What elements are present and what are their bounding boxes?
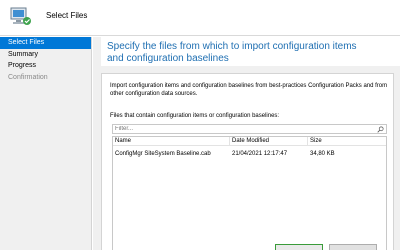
sidebar-item-summary[interactable]: Summary xyxy=(0,49,91,61)
table-row[interactable]: ConfigMgr SiteSystem Baseline.cab 21/04/… xyxy=(113,146,386,157)
sidebar-item-progress[interactable]: Progress xyxy=(0,60,91,72)
page-title: Specify the files from which to import c… xyxy=(107,41,357,64)
page-description: Import configuration items and configura… xyxy=(110,83,388,97)
file-size: 34,80 KB xyxy=(310,151,335,157)
files-table[interactable]: Name Date Modified Size ConfigMgr SiteSy… xyxy=(112,136,387,250)
next-button[interactable] xyxy=(275,244,323,250)
sidebar-item-confirmation: Confirmation xyxy=(8,73,48,81)
wizard-sidebar: Select Files Summary Progress Confirmati… xyxy=(0,37,92,250)
content-panel: Import configuration items and configura… xyxy=(101,73,394,250)
page-banner: Specify the files from which to import c… xyxy=(101,37,400,66)
window-title: Select Files xyxy=(46,11,88,20)
cancel-button[interactable] xyxy=(329,244,377,250)
file-name: ConfigMgr SiteSystem Baseline.cab xyxy=(115,151,211,157)
wizard-header: Select Files xyxy=(0,0,400,36)
filter-box xyxy=(112,124,387,134)
file-date-modified: 21/04/2021 12:17:47 xyxy=(232,151,288,157)
filter-input[interactable] xyxy=(115,125,370,133)
table-header: Name Date Modified Size xyxy=(113,137,386,146)
sidebar-item-select-files[interactable]: Select Files xyxy=(0,37,91,49)
files-list-label: Files that contain configuration items o… xyxy=(110,113,280,119)
column-header-size[interactable]: Size xyxy=(310,138,322,144)
column-header-date-modified[interactable]: Date Modified xyxy=(232,138,269,144)
main-content: Specify the files from which to import c… xyxy=(93,37,400,250)
search-icon[interactable] xyxy=(377,126,384,133)
column-divider[interactable] xyxy=(229,137,230,146)
column-header-name[interactable]: Name xyxy=(115,138,131,144)
column-divider[interactable] xyxy=(307,137,308,146)
computer-install-icon xyxy=(10,7,31,25)
